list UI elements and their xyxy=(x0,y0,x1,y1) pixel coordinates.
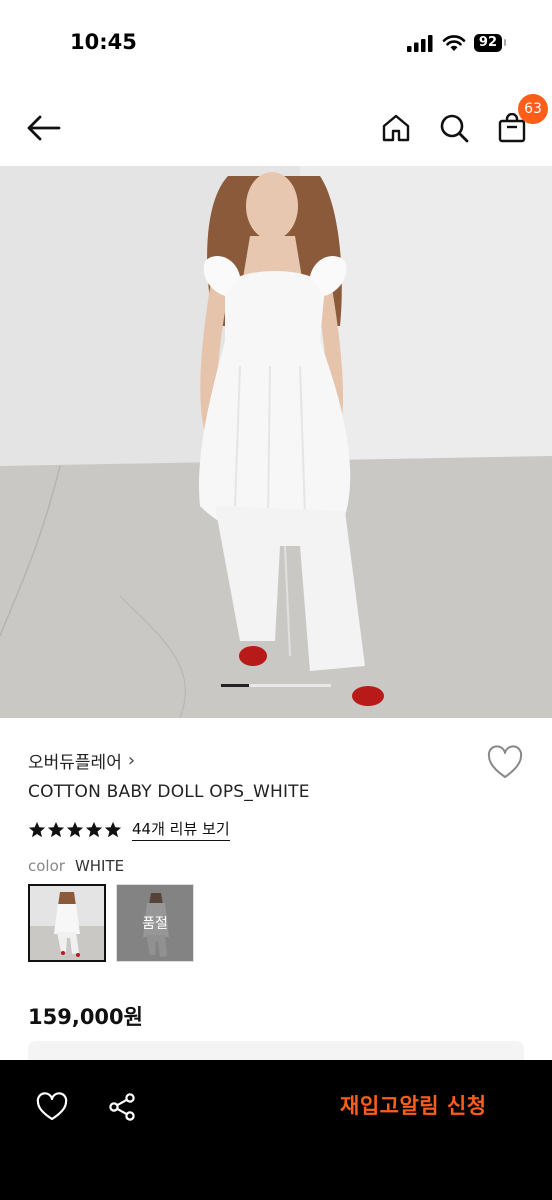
battery-indicator: 92 xyxy=(473,34,507,52)
wifi-icon xyxy=(442,35,466,51)
product-price: 159,000원 xyxy=(28,1005,143,1029)
cart-button[interactable]: 63 xyxy=(492,94,548,148)
review-link[interactable]: 44개 리뷰 보기 xyxy=(132,818,230,841)
color-label: color xyxy=(28,857,65,875)
search-icon xyxy=(440,114,469,143)
heart-outline-icon xyxy=(487,745,523,778)
carousel-indicator xyxy=(221,684,331,687)
color-swatch-selected[interactable] xyxy=(28,884,106,962)
home-button[interactable] xyxy=(376,108,416,148)
status-indicators: 92 xyxy=(406,34,507,52)
chevron-right-icon: › xyxy=(127,750,136,771)
share-icon xyxy=(109,1093,135,1121)
star-icon xyxy=(66,821,84,837)
share-button[interactable] xyxy=(105,1090,139,1124)
color-swatch-soldout[interactable]: 품절 xyxy=(116,884,194,962)
bottom-action-bar: 재입고알림 신청 xyxy=(0,1060,552,1200)
color-row: color WHITE xyxy=(28,857,124,875)
product-image-carousel[interactable] xyxy=(0,166,552,718)
back-button[interactable] xyxy=(24,108,64,148)
restock-alert-button[interactable]: 재입고알림 신청 xyxy=(340,1090,487,1120)
sold-out-overlay: 품절 xyxy=(117,885,193,961)
wishlist-button[interactable] xyxy=(486,744,524,782)
star-icon xyxy=(47,821,65,837)
rating-row: 44개 리뷰 보기 xyxy=(28,818,230,841)
cellular-signal-icon xyxy=(406,35,433,52)
product-photo xyxy=(0,166,552,718)
bottom-wishlist-button[interactable] xyxy=(35,1090,69,1124)
home-icon xyxy=(382,114,410,142)
heart-icon xyxy=(36,1092,68,1121)
status-bar: 10:45 92 xyxy=(0,0,552,88)
brand-link[interactable]: 오버듀플레어 › xyxy=(28,748,135,773)
star-rating xyxy=(28,821,122,839)
color-value: WHITE xyxy=(74,857,125,875)
star-icon xyxy=(28,821,46,837)
search-button[interactable] xyxy=(434,108,474,148)
app-header: 63 xyxy=(0,88,552,166)
carousel-indicator-active xyxy=(221,684,249,687)
sold-out-label: 품절 xyxy=(142,916,168,932)
star-icon xyxy=(85,821,103,837)
product-name: COTTON BABY DOLL OPS_WHITE xyxy=(28,782,310,802)
arrow-left-icon xyxy=(27,115,61,141)
swatch-thumbnail xyxy=(30,886,104,960)
cart-count-badge: 63 xyxy=(518,94,548,124)
brand-name: 오버듀플레어 xyxy=(28,753,122,773)
status-time: 10:45 xyxy=(70,30,137,54)
star-icon xyxy=(104,821,122,837)
